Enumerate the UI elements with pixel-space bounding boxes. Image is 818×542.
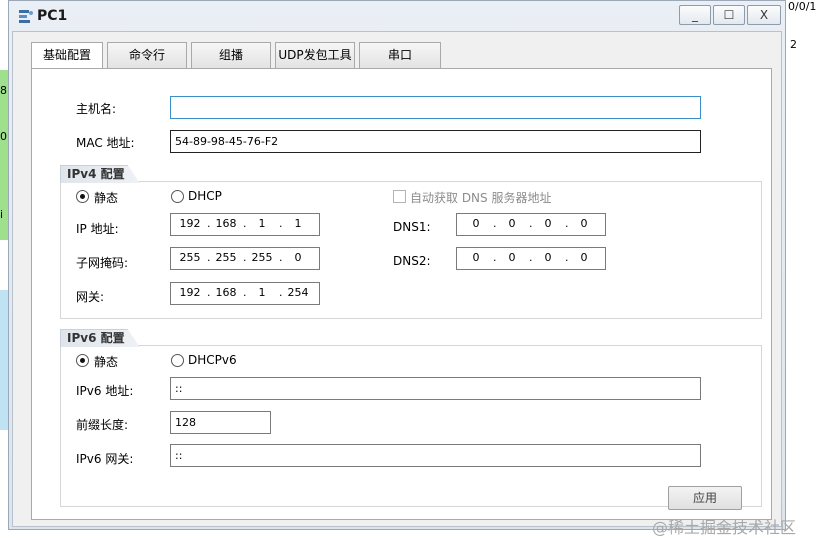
ipv6-dhcpv6-label: DHCPv6 xyxy=(188,353,237,367)
ip-octet: 0 xyxy=(544,217,552,230)
tab-udp-tool[interactable]: UDP发包工具 xyxy=(275,42,355,68)
ipv4-dhcp-radio[interactable] xyxy=(171,190,184,203)
maximize-icon: ☐ xyxy=(723,8,735,22)
ipv6-static-radio[interactable] xyxy=(76,354,89,367)
ipv6-address-label: IPv6 地址: xyxy=(76,384,134,398)
mac-address-field[interactable]: 54-89-98-45-76-F2 xyxy=(170,130,701,153)
subnet-mask-field[interactable]: 255. 255. 255. 0 xyxy=(170,247,320,270)
auto-dns-checkbox[interactable] xyxy=(393,190,406,203)
ipv6-dhcpv6-radio[interactable] xyxy=(171,354,184,367)
ip-octet: 168 xyxy=(215,217,237,230)
ipv4-static-label: 静态 xyxy=(94,191,119,205)
ip-octet: 0 xyxy=(508,217,516,230)
ip-octet: 0 xyxy=(580,217,588,230)
maximize-button[interactable]: ☐ xyxy=(713,5,745,25)
auto-dns-label: 自动获取 DNS 服务器地址 xyxy=(410,191,552,205)
tab-command-line[interactable]: 命令行 xyxy=(107,42,187,68)
ip-address-field[interactable]: 192. 168. 1. 1 xyxy=(170,213,320,236)
prefix-length-field[interactable]: 128 xyxy=(170,411,271,434)
tab-basic-config[interactable]: 基础配置 xyxy=(31,42,103,69)
ip-address-label: IP 地址: xyxy=(76,222,119,236)
tab-serial[interactable]: 串口 xyxy=(359,42,441,68)
ip-octet: 254 xyxy=(287,286,309,299)
close-button[interactable]: X xyxy=(747,5,781,25)
ip-octet: 0 xyxy=(294,251,302,264)
background-label: 2 xyxy=(790,38,797,51)
ipv6-group: IPv6 配置 静态 DHCPv6 IPv6 地址: :: 前缀长度: 128 … xyxy=(60,329,762,507)
ip-octet: 0 xyxy=(472,251,480,264)
hostname-input[interactable] xyxy=(170,96,701,119)
ip-octet: 255 xyxy=(179,251,201,264)
prefix-length-label: 前缀长度: xyxy=(76,418,129,432)
ip-octet: 0 xyxy=(508,251,516,264)
ip-octet: 168 xyxy=(215,286,237,299)
title-bar[interactable]: PC1 _ ☐ X xyxy=(9,1,785,31)
ip-octet: 0 xyxy=(544,251,552,264)
minimize-button[interactable]: _ xyxy=(679,5,711,25)
background-label: i xyxy=(0,208,4,221)
pc-app-icon xyxy=(19,10,33,23)
subnet-mask-label: 子网掩码: xyxy=(76,256,129,270)
background-label: 0 xyxy=(0,130,7,143)
client-area: 基础配置 命令行 组播 UDP发包工具 串口 主机名: MAC 地址: 54-8… xyxy=(12,31,782,527)
minimize-icon: _ xyxy=(692,8,698,22)
ip-octet: 0 xyxy=(472,217,480,230)
ipv4-static-radio[interactable] xyxy=(76,190,89,203)
dns1-label: DNS1: xyxy=(393,220,431,234)
gateway-field[interactable]: 192. 168. 1. 254 xyxy=(170,282,320,305)
ip-octet: 1 xyxy=(258,286,266,299)
ipv6-static-label: 静态 xyxy=(94,355,119,369)
ip-octet: 192 xyxy=(179,286,201,299)
ipv4-group: IPv4 配置 静态 DHCP 自动获取 DNS 服务器地址 IP 地址: 19… xyxy=(60,165,762,319)
ip-octet: 0 xyxy=(580,251,588,264)
ip-octet: 255 xyxy=(215,251,237,264)
ipv6-address-field[interactable]: :: xyxy=(170,377,701,400)
dns2-field[interactable]: 0. 0. 0. 0 xyxy=(456,247,606,270)
basic-config-panel: 主机名: MAC 地址: 54-89-98-45-76-F2 IPv4 配置 静… xyxy=(31,68,772,520)
mac-label: MAC 地址: xyxy=(76,136,135,150)
dns1-field[interactable]: 0. 0. 0. 0 xyxy=(456,213,606,236)
ipv4-group-title: IPv4 配置 xyxy=(60,165,140,183)
ipv4-dhcp-label: DHCP xyxy=(188,189,222,203)
ipv6-gateway-field[interactable]: :: xyxy=(170,444,701,467)
ip-octet: 255 xyxy=(251,251,273,264)
watermark: @稀土掘金技术社区 xyxy=(652,518,797,537)
ip-octet: 1 xyxy=(294,217,302,230)
tab-multicast[interactable]: 组播 xyxy=(191,42,271,68)
ip-octet: 1 xyxy=(258,217,266,230)
dns2-label: DNS2: xyxy=(393,254,431,268)
hostname-label: 主机名: xyxy=(76,102,117,116)
background-label: 0/0/1 xyxy=(788,0,817,13)
apply-button[interactable]: 应用 xyxy=(668,486,742,510)
ipv6-gateway-label: IPv6 网关: xyxy=(76,452,134,466)
pc1-config-window: PC1 _ ☐ X 基础配置 命令行 组播 UDP发包工具 串口 主机名: MA… xyxy=(8,0,786,530)
close-icon: X xyxy=(759,8,769,22)
ipv6-group-title: IPv6 配置 xyxy=(60,329,140,347)
background-label: 8 xyxy=(0,84,7,97)
ip-octet: 192 xyxy=(179,217,201,230)
gateway-label: 网关: xyxy=(76,290,105,304)
window-title: PC1 xyxy=(37,8,68,24)
